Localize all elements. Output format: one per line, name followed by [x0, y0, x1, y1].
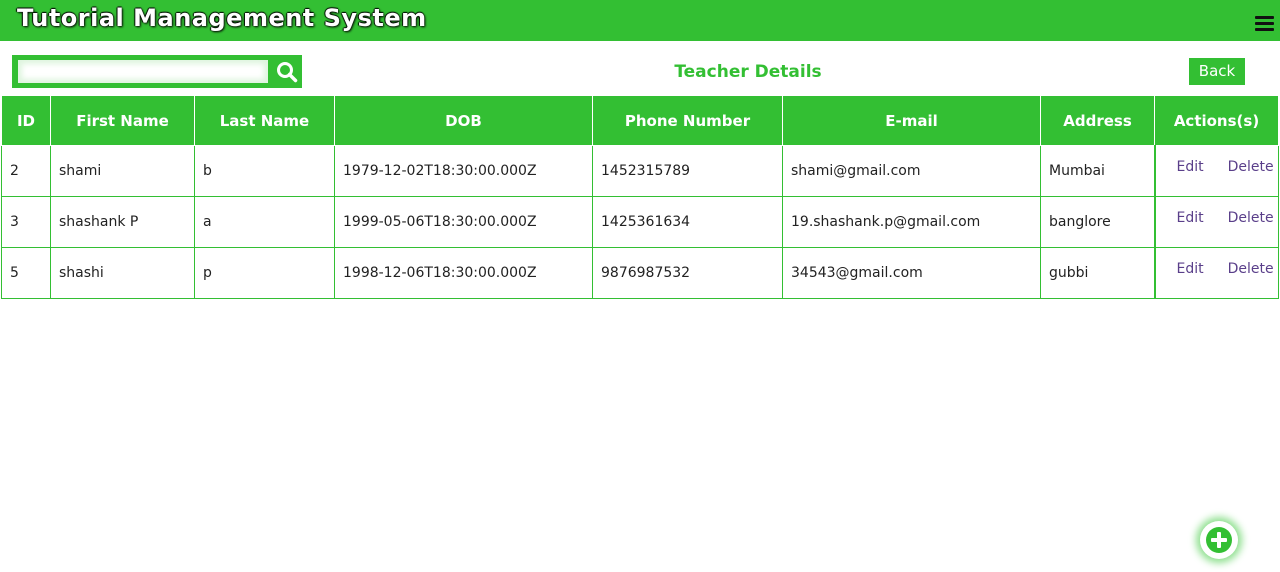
cell-address: gubbi — [1040, 247, 1155, 299]
cell-email: 19.shashank.p@gmail.com — [782, 196, 1041, 248]
table-row: 2 shami b 1979-12-02T18:30:00.000Z 14523… — [1, 145, 1279, 197]
column-header-actions: Actions(s) — [1154, 95, 1279, 146]
delete-link[interactable]: Delete — [1228, 210, 1274, 226]
cell-first-name: shami — [50, 145, 195, 197]
cell-phone: 1452315789 — [592, 145, 783, 197]
delete-link[interactable]: Delete — [1228, 159, 1274, 175]
column-header-first-name: First Name — [50, 95, 195, 146]
search-button[interactable] — [274, 59, 300, 85]
cell-dob: 1999-05-06T18:30:00.000Z — [334, 196, 593, 248]
column-header-id: ID — [1, 95, 51, 146]
search-input[interactable] — [18, 60, 268, 83]
edit-link[interactable]: Edit — [1177, 159, 1204, 175]
page-title: Teacher Details — [674, 62, 822, 82]
search-bar — [12, 55, 302, 88]
cell-phone: 1425361634 — [592, 196, 783, 248]
edit-link[interactable]: Edit — [1177, 210, 1204, 226]
app-title: Tutorial Management System — [17, 4, 427, 32]
column-header-address: Address — [1040, 95, 1155, 146]
cell-actions: Edit Delete — [1153, 145, 1279, 197]
cell-first-name: shashank P — [50, 196, 195, 248]
column-header-last-name: Last Name — [194, 95, 335, 146]
column-header-phone: Phone Number — [592, 95, 783, 146]
cell-address: banglore — [1040, 196, 1155, 248]
cell-last-name: p — [194, 247, 335, 299]
cell-id: 5 — [1, 247, 51, 299]
cell-address: Mumbai — [1040, 145, 1155, 197]
cell-phone: 9876987532 — [592, 247, 783, 299]
table-header-row: ID First Name Last Name DOB Phone Number… — [1, 95, 1279, 146]
table-row: 5 shashi p 1998-12-06T18:30:00.000Z 9876… — [1, 247, 1279, 299]
cell-dob: 1998-12-06T18:30:00.000Z — [334, 247, 593, 299]
edit-link[interactable]: Edit — [1177, 261, 1204, 277]
cell-actions: Edit Delete — [1153, 196, 1279, 248]
column-header-dob: DOB — [334, 95, 593, 146]
cell-last-name: a — [194, 196, 335, 248]
table-row: 3 shashank P a 1999-05-06T18:30:00.000Z … — [1, 196, 1279, 248]
cell-email: 34543@gmail.com — [782, 247, 1041, 299]
cell-last-name: b — [194, 145, 335, 197]
top-navbar: Tutorial Management System — [0, 0, 1280, 41]
add-teacher-button[interactable] — [1200, 521, 1238, 559]
cell-email: shami@gmail.com — [782, 145, 1041, 197]
back-button[interactable]: Back — [1189, 58, 1245, 85]
hamburger-menu-icon[interactable] — [1255, 16, 1274, 32]
cell-id: 2 — [1, 145, 51, 197]
search-icon — [277, 62, 298, 83]
cell-id: 3 — [1, 196, 51, 248]
delete-link[interactable]: Delete — [1228, 261, 1274, 277]
cell-actions: Edit Delete — [1153, 247, 1279, 299]
cell-dob: 1979-12-02T18:30:00.000Z — [334, 145, 593, 197]
cell-first-name: shashi — [50, 247, 195, 299]
column-header-email: E-mail — [782, 95, 1041, 146]
teacher-table: ID First Name Last Name DOB Phone Number… — [1, 95, 1279, 299]
